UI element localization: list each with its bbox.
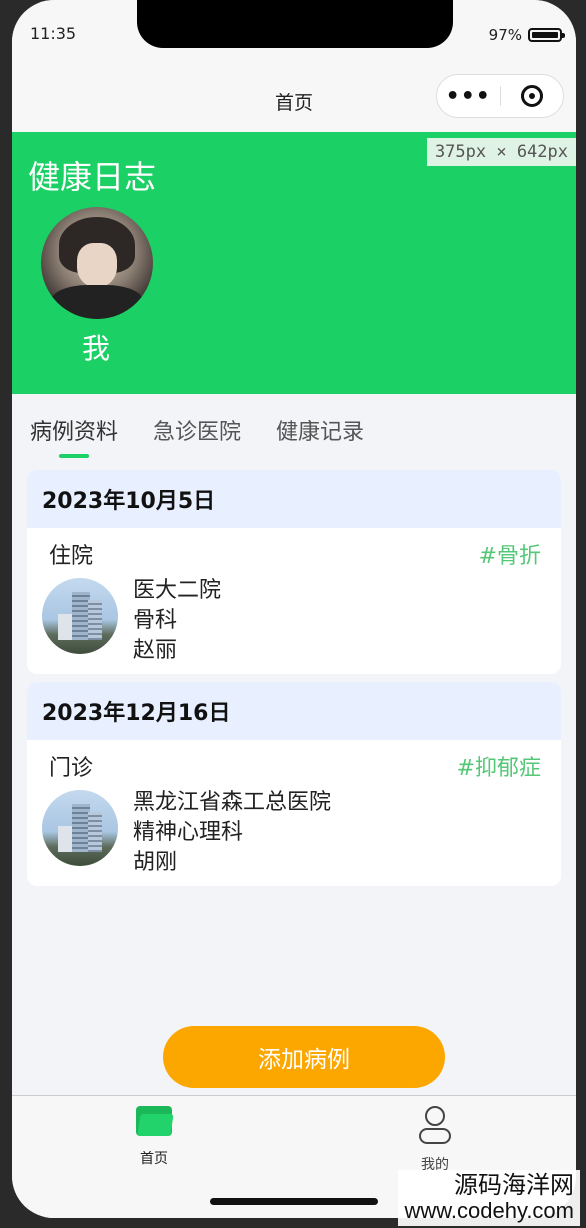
doctor-name: 赵丽 [133,638,178,663]
watermark-line1: 源码海洋网 [454,1171,574,1199]
avatar[interactable] [41,207,153,319]
person-head [425,1106,445,1126]
tab-emergency-hospitals[interactable]: 急诊医院 [153,414,241,446]
tab-health-records[interactable]: 健康记录 [276,414,364,446]
person-body [419,1128,451,1144]
status-right: 97% [488,26,565,44]
tab-bar: 病例资料 急诊医院 健康记录 [12,394,576,466]
battery-icon [528,28,565,42]
department-name: 精神心理科 [133,820,244,845]
tabbar-label-home: 首页 [140,1151,168,1167]
visit-type: 住院 [49,544,94,569]
record-body: 住院 #骨折 医大二院 骨科 赵丽 [27,528,561,674]
folder-front [137,1114,174,1136]
building-shape [88,812,102,852]
hospital-image [42,578,118,654]
nav-bar: 首页 ••• [12,68,576,132]
header-title: 健康日志 [28,158,157,196]
record-body: 门诊 #抑郁症 黑龙江省森工总医院 精神心理科 胡刚 [27,740,561,886]
hospital-name: 医大二院 [133,578,222,603]
record-card[interactable]: 2023年10月5日 住院 #骨折 医大二院 骨科 赵丽 [27,470,561,674]
record-date: 2023年10月5日 [27,470,561,528]
mini-program-capsule: ••• [436,74,564,118]
watermark-line2: www.codehy.com [404,1198,574,1223]
record-date: 2023年12月16日 [27,682,561,740]
watermark: 源码海洋网 www.codehy.com [398,1170,580,1226]
avatar-face [77,243,117,287]
avatar-scarf [51,285,143,319]
status-time: 11:35 [30,24,77,43]
diagnosis-tag: #骨折 [478,544,541,569]
profile-header: 375px × 642px 健康日志 我 [12,132,576,394]
notch [137,0,453,48]
record-info: 医大二院 骨科 赵丽 [133,576,221,666]
department-name: 骨科 [133,608,178,633]
target-icon [520,85,543,107]
person-icon [417,1106,453,1146]
user-name: 我 [82,332,111,365]
device-frame: 11:35 97% 首页 ••• 375px × 642px 健康日志 我 病例… [0,0,586,1228]
tabbar-item-home[interactable]: 首页 [104,1106,204,1168]
tabbar-item-mine[interactable]: 我的 [385,1106,485,1174]
building-shape [88,600,102,640]
phone-screen: 11:35 97% 首页 ••• 375px × 642px 健康日志 我 病例… [12,0,576,1218]
size-badge: 375px × 642px [426,138,576,166]
home-indicator [210,1198,378,1205]
add-record-button[interactable]: 添加病例 [163,1026,445,1088]
diagnosis-tag: #抑郁症 [456,756,541,781]
hospital-name: 黑龙江省森工总医院 [133,790,332,815]
folder-icon [136,1106,174,1136]
record-card[interactable]: 2023年12月16日 门诊 #抑郁症 黑龙江省森工总医院 精神心理科 胡刚 [27,682,561,886]
visit-type: 门诊 [49,756,94,781]
active-tab-indicator [59,454,89,458]
tab-medical-records[interactable]: 病例资料 [30,414,118,446]
hospital-image [42,790,118,866]
more-menu-icon[interactable]: ••• [437,84,500,109]
record-info: 黑龙江省森工总医院 精神心理科 胡刚 [133,788,331,878]
close-miniprogram-button[interactable] [500,85,563,107]
battery-percent: 97% [488,26,522,44]
doctor-name: 胡刚 [133,850,178,875]
